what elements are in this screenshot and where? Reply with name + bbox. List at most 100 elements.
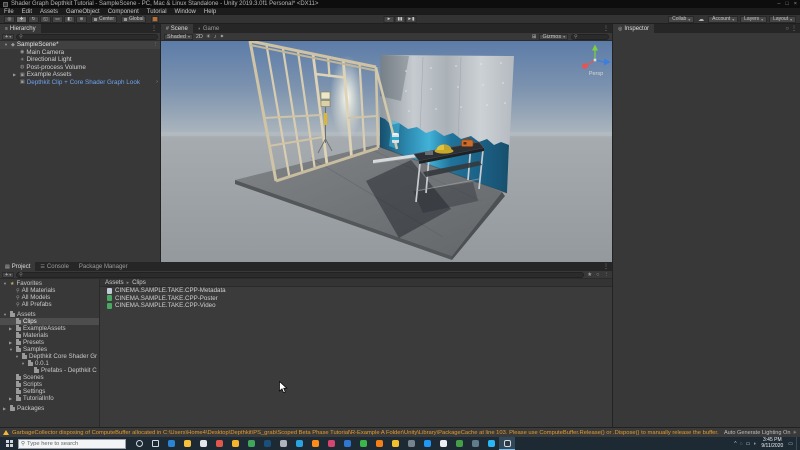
breadcrumb-assets[interactable]: Assets bbox=[105, 279, 124, 286]
cloud-icon[interactable]: ☁ bbox=[696, 16, 706, 23]
collab-button[interactable]: Collab▾ bbox=[668, 16, 694, 23]
scale-tool[interactable]: ◱ bbox=[40, 16, 51, 23]
inspector-menu-icon[interactable]: ⋮ bbox=[791, 25, 797, 32]
breadcrumb-clips[interactable]: Clips bbox=[132, 279, 146, 286]
hierarchy-menu-icon[interactable]: ⋮ bbox=[148, 24, 160, 33]
tree-item-scripts[interactable]: Scripts bbox=[0, 381, 99, 388]
persp-label[interactable]: Persp bbox=[589, 71, 603, 77]
menu-item-gameobject[interactable]: GameObject bbox=[66, 9, 100, 15]
telegram-icon[interactable] bbox=[291, 437, 307, 450]
gizmos-dropdown[interactable]: Gizmos ▾ bbox=[539, 34, 568, 40]
file-row-cinema-sample-take-cpp-video[interactable]: CINEMA.SAMPLE.TAKE.CPP-Video bbox=[100, 302, 612, 310]
create-object-button[interactable]: + ▾ bbox=[2, 34, 14, 40]
hierarchy-item-depthkit-clip-core-shader-graph-look[interactable]: ▣Depthkit Clip + Core Shader Graph Look› bbox=[0, 79, 160, 87]
tab-hierarchy[interactable]: ≡ Hierarchy bbox=[0, 24, 41, 33]
tree-item-all-materials[interactable]: ⚲All Materials bbox=[0, 287, 99, 294]
play-button[interactable]: ► bbox=[384, 16, 395, 23]
rect-tool[interactable]: ▭ bbox=[52, 16, 63, 23]
gmail-icon[interactable] bbox=[243, 437, 259, 450]
tree-item-favorites[interactable]: ▼★Favorites bbox=[0, 280, 99, 287]
tab-menu-icon[interactable]: ⋮ bbox=[600, 262, 612, 271]
menu-item-component[interactable]: Component bbox=[108, 9, 139, 15]
tree-item-packages[interactable]: ▶Packages bbox=[0, 405, 99, 412]
tree-item-depthkit-core-shader-gr[interactable]: ▼Depthkit Core Shader Gr bbox=[0, 353, 99, 360]
tab-inspector[interactable]: ◎ Inspector bbox=[613, 24, 654, 33]
console-warning-text[interactable]: GarbageCollector disposing of ComputeBuf… bbox=[12, 430, 721, 436]
tree-item-all-prefabs[interactable]: ⚲All Prefabs bbox=[0, 301, 99, 308]
show-desktop-button[interactable] bbox=[796, 437, 799, 450]
blender-icon[interactable] bbox=[371, 437, 387, 450]
menu-item-window[interactable]: Window bbox=[175, 9, 196, 15]
pivot-toggle-button[interactable]: Center bbox=[91, 16, 117, 23]
hierarchy-item-directional-light[interactable]: ☀Directional Light bbox=[0, 56, 160, 64]
file-row-cinema-sample-take-cpp-poster[interactable]: CINEMA.SAMPLE.TAKE.CPP-Poster bbox=[100, 295, 612, 303]
edge-icon[interactable] bbox=[163, 437, 179, 450]
chrome-icon[interactable] bbox=[227, 437, 243, 450]
tree-item-settings[interactable]: Settings bbox=[0, 388, 99, 395]
hierarchy-item-post-process-volume[interactable]: ◍Post-process Volume bbox=[0, 64, 160, 72]
tree-item-exampleassets[interactable]: ▶ExampleAssets bbox=[0, 325, 99, 332]
scene-viewport[interactable]: Persp bbox=[161, 41, 612, 262]
cortana-icon[interactable] bbox=[131, 437, 147, 450]
file-row-cinema-sample-take-cpp-metadata[interactable]: CINEMA.SAMPLE.TAKE.CPP-Metadata bbox=[100, 287, 612, 295]
space-toggle-button[interactable]: Global bbox=[121, 16, 146, 23]
prefab-open-arrow-icon[interactable]: › bbox=[156, 79, 158, 85]
file-explorer-icon[interactable] bbox=[179, 437, 195, 450]
inspector-lock-icon[interactable]: ○ bbox=[785, 26, 789, 32]
taskbar-search-input[interactable]: ⚲ Type here to search bbox=[18, 439, 126, 449]
tab-scene[interactable]: #Scene bbox=[161, 24, 193, 33]
minimize-button[interactable]: – bbox=[777, 1, 780, 7]
tray-volume-icon[interactable]: ◗ bbox=[753, 441, 756, 447]
transform-tool[interactable]: ◧ bbox=[64, 16, 75, 23]
close-button[interactable]: × bbox=[794, 1, 797, 7]
hierarchy-search-input[interactable]: ⚲ bbox=[16, 34, 158, 40]
create-asset-button[interactable]: + ▾ bbox=[2, 272, 14, 278]
rotate-tool[interactable]: ↻ bbox=[28, 16, 39, 23]
tree-item-tutorialinfo[interactable]: ▶TutorialInfo bbox=[0, 395, 99, 402]
tree-item-clips[interactable]: Clips bbox=[0, 318, 99, 325]
start-button[interactable] bbox=[2, 437, 16, 450]
vscode-icon[interactable] bbox=[339, 437, 355, 450]
maximize-button[interactable]: □ bbox=[785, 1, 788, 7]
tab-menu-icon[interactable]: ⋮ bbox=[600, 24, 612, 33]
scene-effects-icon[interactable]: ✦ bbox=[220, 34, 225, 40]
monitor-app-icon[interactable] bbox=[403, 437, 419, 450]
tree-item-assets[interactable]: ▼Assets bbox=[0, 311, 99, 318]
tree-item-all-models[interactable]: ⚲All Models bbox=[0, 294, 99, 301]
step-button[interactable]: ►▮ bbox=[406, 16, 417, 23]
menu-item-file[interactable]: File bbox=[4, 9, 14, 15]
unity-hub-icon[interactable] bbox=[387, 437, 403, 450]
scene-lighting-icon[interactable]: ☀ bbox=[206, 34, 211, 40]
layout-button[interactable]: Layout▾ bbox=[769, 16, 796, 23]
favorites-star-icon[interactable]: ★ bbox=[586, 272, 593, 278]
lock-icon[interactable]: ○ bbox=[595, 272, 600, 278]
scene-audio-icon[interactable]: ♪ bbox=[214, 34, 217, 40]
maya-icon[interactable] bbox=[451, 437, 467, 450]
menu-item-assets[interactable]: Assets bbox=[40, 9, 58, 15]
scene-search-input[interactable]: ⚲ bbox=[571, 34, 609, 40]
app-icon-1[interactable] bbox=[323, 437, 339, 450]
custom-tool[interactable]: ⊛ bbox=[76, 16, 87, 23]
tab-game[interactable]: ◗Game bbox=[193, 24, 224, 33]
status-bar[interactable]: GarbageCollector disposing of ComputeBuf… bbox=[0, 427, 800, 437]
tree-item-0-0-1[interactable]: ▼0.0.1 bbox=[0, 360, 99, 367]
task-view-icon[interactable] bbox=[147, 437, 163, 450]
taskbar-clock[interactable]: 3:45 PM 9/11/2020 bbox=[759, 438, 785, 450]
hierarchy-item-main-camera[interactable]: ◉Main Camera bbox=[0, 49, 160, 57]
grid-visibility-icon[interactable]: ⊞ bbox=[532, 34, 537, 40]
hierarchy-header-menu-icon[interactable]: ⋮ bbox=[153, 42, 159, 48]
tray-onedrive-icon[interactable]: ◌ bbox=[740, 441, 743, 447]
tree-item-scenes[interactable]: Scenes bbox=[0, 374, 99, 381]
hand-tool[interactable]: ◎ bbox=[4, 16, 15, 23]
shading-mode-dropdown[interactable]: Shaded ▾ bbox=[164, 34, 193, 40]
menu-item-tutorial[interactable]: Tutorial bbox=[147, 9, 167, 15]
pause-button[interactable]: ▮▮ bbox=[395, 16, 406, 23]
hierarchy-scene-header[interactable]: ▼◆SampleScene*⋮ bbox=[0, 41, 160, 49]
skype-icon[interactable] bbox=[419, 437, 435, 450]
hierarchy-item-example-assets[interactable]: ▶▣Example Assets bbox=[0, 71, 160, 79]
tree-item-samples[interactable]: ▼Samples bbox=[0, 346, 99, 353]
mail-icon[interactable] bbox=[211, 437, 227, 450]
tab-project[interactable]: ▤Project bbox=[0, 262, 35, 271]
grid-snap-button[interactable] bbox=[151, 16, 159, 23]
firefox-icon[interactable] bbox=[307, 437, 323, 450]
